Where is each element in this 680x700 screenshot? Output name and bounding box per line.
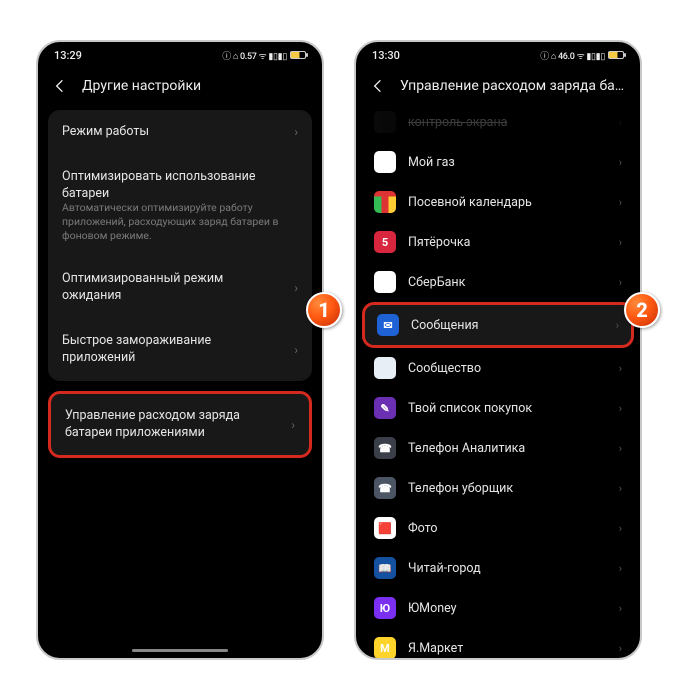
row-standby[interactable]: Оптимизированный режим ожидания › <box>48 257 312 319</box>
app-icon: ◆ <box>374 151 396 173</box>
status-time: 13:30 <box>372 49 400 62</box>
back-icon[interactable] <box>52 78 68 94</box>
row-manage-battery[interactable]: Управление расходом заряда батареи прило… <box>48 391 312 459</box>
chevron-right-icon: › <box>619 602 622 615</box>
battery-icon <box>290 51 306 59</box>
list-item[interactable]: ☎ Телефон Аналитика › <box>362 428 634 468</box>
chevron-right-icon: › <box>619 236 622 249</box>
list-item-messages[interactable]: ✉ Сообщения › <box>362 302 634 348</box>
chevron-right-icon: › <box>619 362 622 375</box>
app-icon <box>374 357 396 379</box>
row-mode[interactable]: Режим работы › <box>48 110 312 155</box>
list-item[interactable]: ✓ СберБанк › <box>362 262 634 302</box>
chevron-right-icon: › <box>619 276 622 289</box>
list-item[interactable]: ☎ Телефон уборщик › <box>362 468 634 508</box>
status-bar: 13:29 ⓘ ⌂ 0.57 ᯤ ▮▯▮▯ <box>38 42 322 68</box>
step-badge-1: 1 <box>306 292 342 328</box>
home-indicator[interactable] <box>132 649 228 652</box>
chevron-right-icon: › <box>619 442 622 455</box>
list-item[interactable]: контроль экрана › <box>362 102 634 142</box>
app-icon: ☎ <box>374 477 396 499</box>
chevron-right-icon: › <box>619 522 622 535</box>
list-item[interactable]: Ю ЮMoney › <box>362 588 634 628</box>
battery-icon <box>608 51 624 59</box>
settings-card: Режим работы › Оптимизировать использова… <box>48 110 312 381</box>
app-icon: 🟥 <box>374 517 396 539</box>
chevron-right-icon: › <box>619 402 622 415</box>
chevron-right-icon: › <box>619 642 622 655</box>
list-item[interactable]: M Я.Маркет › <box>362 628 634 660</box>
status-time: 13:29 <box>54 49 82 62</box>
chevron-right-icon: › <box>619 482 622 495</box>
row-optimize[interactable]: Оптимизировать использование батареи <box>48 155 312 207</box>
app-icon: Ю <box>374 597 396 619</box>
app-icon: ✉ <box>377 314 399 336</box>
status-icons: ⓘ ⌂ 46.0 ᯤ ▮▯▮▯ <box>540 49 624 62</box>
app-icon: 📖 <box>374 557 396 579</box>
app-icon <box>374 191 396 213</box>
app-icon: ✎ <box>374 397 396 419</box>
chevron-right-icon: › <box>619 562 622 575</box>
phone-right: 13:30 ⓘ ⌂ 46.0 ᯤ ▮▯▮▯ Управление расходо… <box>354 40 642 660</box>
title-bar: Другие настройки <box>38 68 322 110</box>
app-list[interactable]: контроль экрана › ◆ Мой газ › Посевной к… <box>356 102 640 660</box>
page-title: Управление расходом заряда батареи прил.… <box>400 78 626 94</box>
chevron-right-icon: › <box>294 125 298 139</box>
list-item[interactable]: Посевной календарь › <box>362 182 634 222</box>
app-icon <box>374 111 396 133</box>
app-icon: 5 <box>374 231 396 253</box>
list-item[interactable]: ✎ Твой список покупок › <box>362 388 634 428</box>
chevron-right-icon: › <box>294 281 298 295</box>
list-item[interactable]: Сообщество › <box>362 348 634 388</box>
chevron-right-icon: › <box>619 196 622 209</box>
app-icon: ☎ <box>374 437 396 459</box>
row-optimize-sub: Автоматически оптимизируйте работу прило… <box>48 201 312 258</box>
status-bar: 13:30 ⓘ ⌂ 46.0 ᯤ ▮▯▮▯ <box>356 42 640 68</box>
app-icon: ✓ <box>374 271 396 293</box>
list-item[interactable]: ◆ Мой газ › <box>362 142 634 182</box>
chevron-right-icon: › <box>291 418 295 432</box>
chevron-right-icon: › <box>294 343 298 357</box>
step-badge-2: 2 <box>624 292 660 328</box>
back-icon[interactable] <box>370 78 386 94</box>
chevron-right-icon: › <box>619 156 622 169</box>
list-item[interactable]: 5 Пятёрочка › <box>362 222 634 262</box>
row-freeze[interactable]: Быстрое замораживание приложений › <box>48 319 312 381</box>
phone-left: 13:29 ⓘ ⌂ 0.57 ᯤ ▮▯▮▯ Другие настройки Р… <box>36 40 324 660</box>
app-icon: M <box>374 637 396 659</box>
chevron-right-icon: › <box>619 116 622 129</box>
list-item[interactable]: 📖 Читай-город › <box>362 548 634 588</box>
list-item[interactable]: 🟥 Фото › <box>362 508 634 548</box>
page-title: Другие настройки <box>82 78 308 94</box>
status-icons: ⓘ ⌂ 0.57 ᯤ ▮▯▮▯ <box>222 49 306 62</box>
chevron-right-icon: › <box>616 319 619 332</box>
